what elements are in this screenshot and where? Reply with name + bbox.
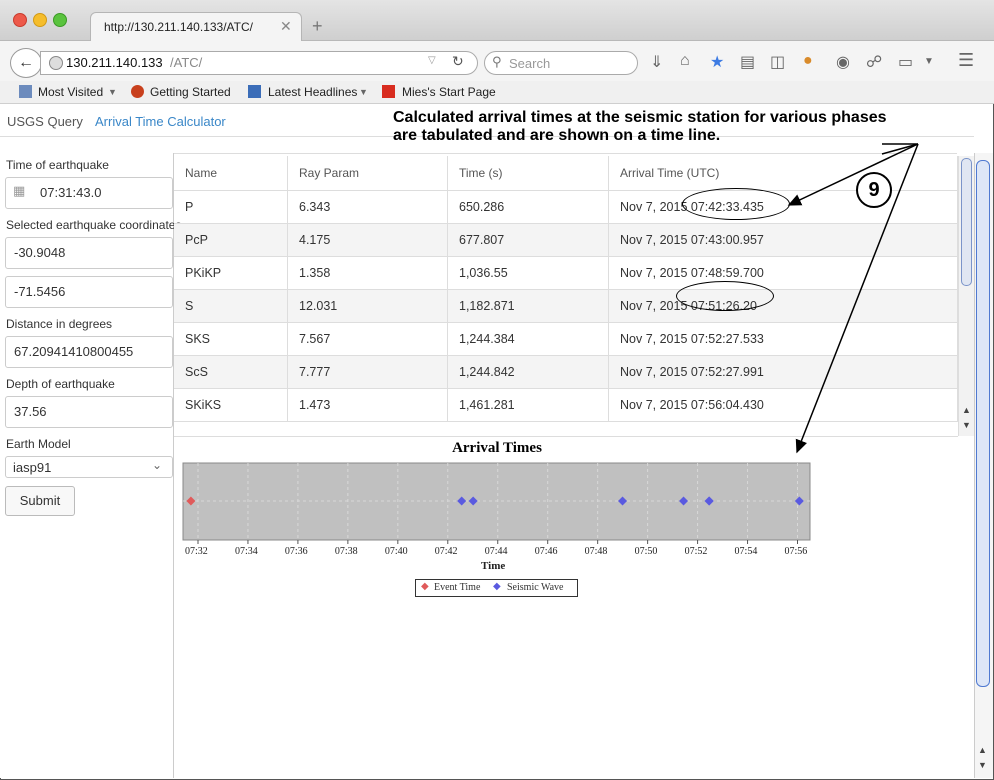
seismic-wave-legend-icon: ◆ — [493, 581, 501, 592]
x-tick-label: 07:54 — [734, 546, 758, 557]
step-badge: 9 — [856, 172, 892, 208]
highlight-ellipse-p — [682, 188, 790, 220]
event-time-legend-icon: ◆ — [421, 581, 429, 592]
x-tick-label: 07:44 — [484, 546, 508, 557]
x-tick-label: 07:34 — [234, 546, 258, 557]
x-tick-label: 07:32 — [184, 546, 208, 557]
highlight-ellipse-s — [676, 281, 774, 311]
chart-legend: ◆ Event Time ◆ Seismic Wave — [415, 579, 578, 597]
x-tick-label: 07:42 — [434, 546, 458, 557]
chart-plot — [182, 462, 811, 544]
x-tick-label: 07:40 — [384, 546, 408, 557]
x-tick-label: 07:46 — [534, 546, 558, 557]
x-axis-label: Time — [481, 560, 506, 572]
x-tick-label: 07:50 — [634, 546, 658, 557]
legend-event-time: Event Time — [434, 582, 481, 593]
legend-seismic-wave: Seismic Wave — [507, 582, 564, 593]
x-axis-ticks — [197, 540, 799, 544]
x-tick-label: 07:36 — [284, 546, 308, 557]
x-tick-label: 07:48 — [584, 546, 608, 557]
x-tick-label: 07:56 — [784, 546, 808, 557]
x-tick-label: 07:52 — [684, 546, 708, 557]
x-tick-label: 07:38 — [334, 546, 358, 557]
